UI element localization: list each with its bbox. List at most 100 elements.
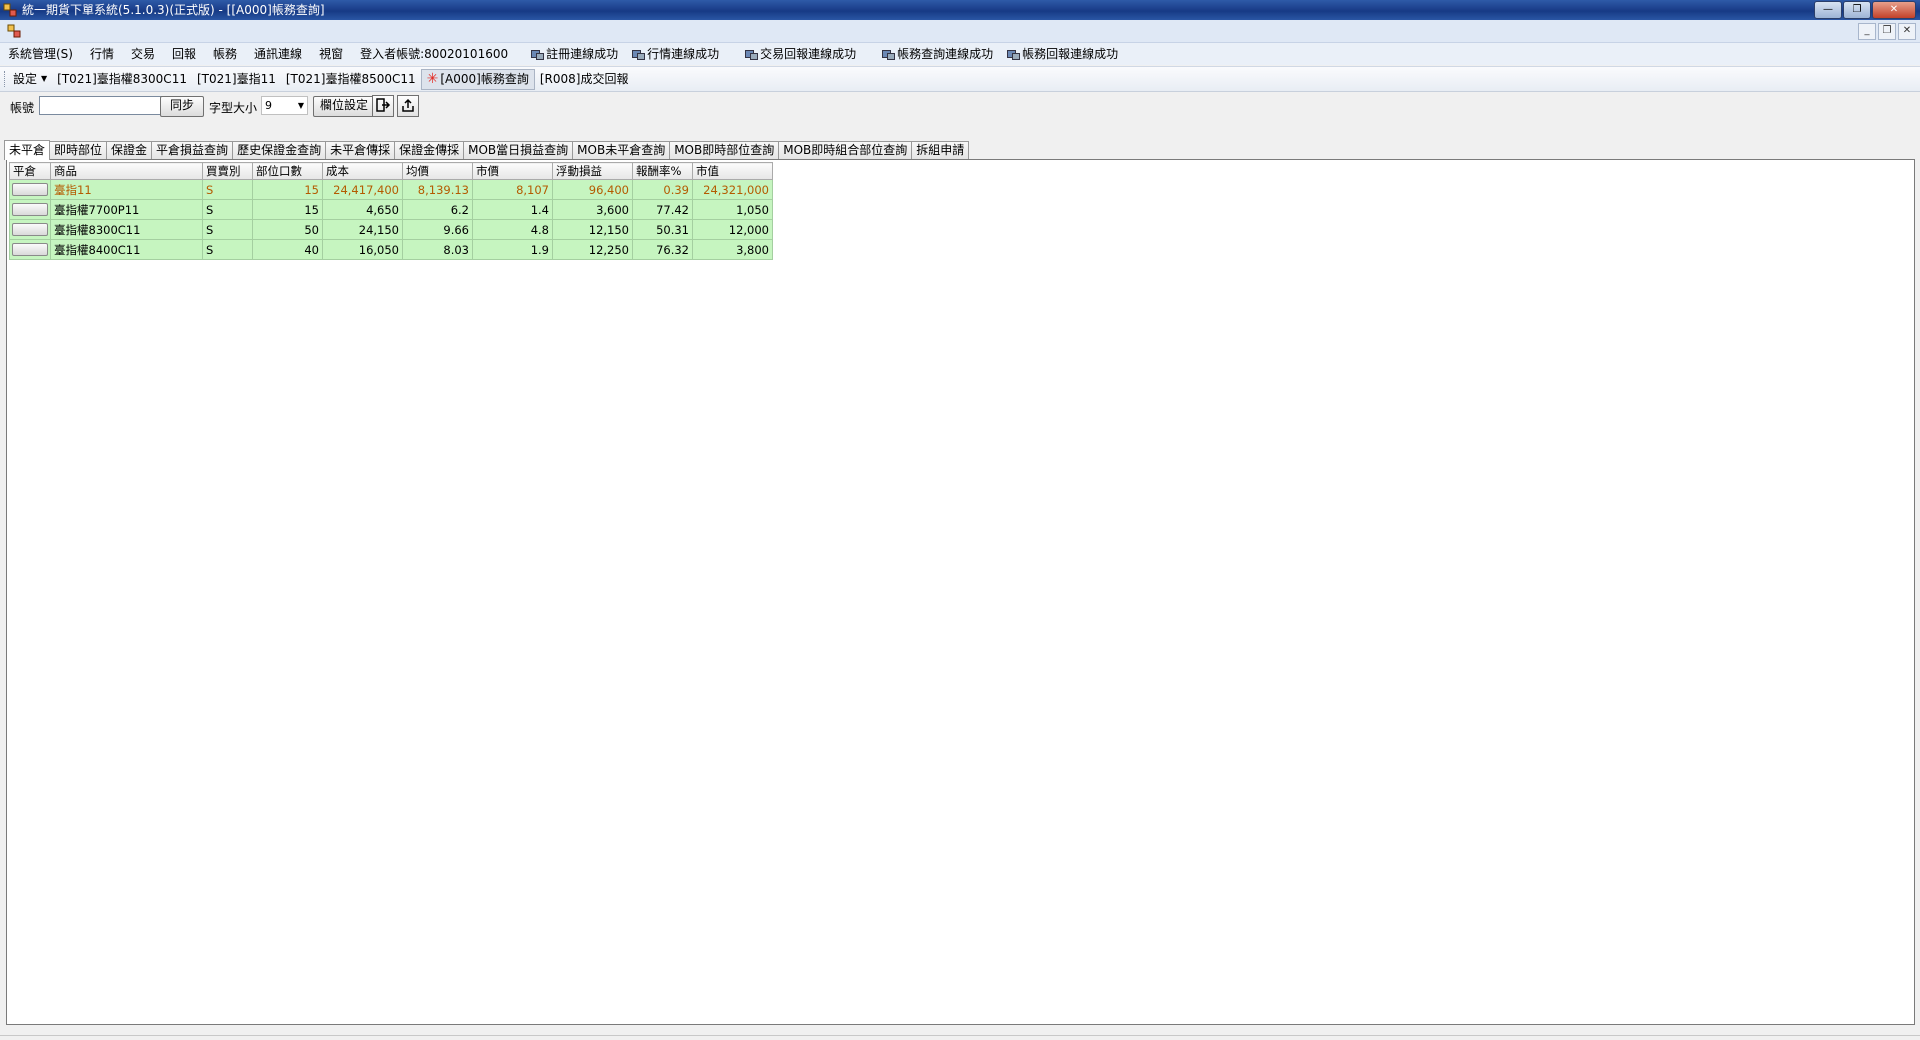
cell-side: S bbox=[202, 239, 253, 260]
window-tab-quote-8300c[interactable]: [T021]臺指權8300C11 bbox=[52, 68, 192, 90]
menu-system[interactable]: 系統管理(S) bbox=[0, 43, 82, 65]
cell-close bbox=[9, 219, 51, 240]
font-size-select[interactable]: 9 ▼ bbox=[261, 96, 308, 115]
cell-return-pct: 50.31 bbox=[632, 219, 693, 240]
query-tabs: 未平倉 即時部位 保證金 平倉損益查詢 歷史保證金查詢 未平倉傳採 保證金傳採 … bbox=[4, 139, 970, 160]
cell-return-pct: 76.32 bbox=[632, 239, 693, 260]
cell-market-price: 8,107 bbox=[472, 179, 553, 200]
cell-close bbox=[9, 239, 51, 260]
window-tab-fill-report[interactable]: [R008]成交回報 bbox=[535, 68, 634, 90]
col-header-side[interactable]: 買賣別 bbox=[202, 162, 253, 180]
cell-avg-price: 8.03 bbox=[402, 239, 473, 260]
window-tab-quote-8500c[interactable]: [T021]臺指權8500C11 bbox=[281, 68, 421, 90]
table-header-row: 平倉 商品 買賣別 部位口數 成本 均價 市價 浮動損益 報酬率% 市值 bbox=[9, 162, 773, 180]
cell-product: 臺指權7700P11 bbox=[50, 199, 203, 220]
col-header-cost[interactable]: 成本 bbox=[322, 162, 403, 180]
tab-open-positions[interactable]: 未平倉 bbox=[4, 140, 51, 160]
window-tab-account-query[interactable]: ✳ [A000]帳務查詢 bbox=[420, 68, 535, 90]
menu-window[interactable]: 視窗 bbox=[311, 43, 352, 65]
cell-market-price: 1.9 bbox=[472, 239, 553, 260]
col-header-market-price[interactable]: 市價 bbox=[472, 162, 553, 180]
font-size-value: 9 bbox=[265, 99, 272, 112]
mdi-restore-button[interactable]: ❐ bbox=[1878, 23, 1896, 40]
mdi-minimize-button[interactable]: _ bbox=[1858, 23, 1876, 40]
menu-quotes[interactable]: 行情 bbox=[82, 43, 123, 65]
col-header-avg-price[interactable]: 均價 bbox=[402, 162, 473, 180]
chevron-down-icon: ▼ bbox=[41, 74, 48, 83]
col-header-product[interactable]: 商品 bbox=[50, 162, 203, 180]
account-input[interactable] bbox=[39, 96, 163, 115]
cell-market-value: 1,050 bbox=[692, 199, 773, 220]
status-trade-report: 交易回報連線成功 bbox=[745, 43, 856, 65]
account-label: 帳號 bbox=[10, 101, 35, 115]
table-row[interactable]: 臺指權8400C11 S 40 16,050 8.03 1.9 12,250 76.32 3,8… bbox=[9, 239, 773, 260]
menu-bar: 系統管理(S) 行情 交易 回報 帳務 通訊連線 視窗 登入者帳號:800201… bbox=[0, 43, 1920, 65]
cell-quantity: 15 bbox=[252, 199, 323, 220]
tab-split-request[interactable]: 拆組申請 bbox=[911, 141, 970, 159]
minimize-button[interactable]: — bbox=[1814, 1, 1842, 19]
close-button[interactable]: ✕ bbox=[1872, 1, 1916, 19]
window-title: 統一期貨下單系統(5.1.0.3)(正式版) - [[A000]帳務查詢] bbox=[22, 3, 325, 17]
tab-margin-push[interactable]: 保證金傳採 bbox=[394, 141, 465, 159]
cell-cost: 16,050 bbox=[322, 239, 403, 260]
col-header-floating-pnl[interactable]: 浮動損益 bbox=[552, 162, 633, 180]
table-row[interactable]: 臺指權7700P11 S 15 4,650 6.2 1.4 3,600 77.42 1,050 bbox=[9, 199, 773, 220]
menu-report[interactable]: 回報 bbox=[164, 43, 205, 65]
status-register-label: 註冊連線成功 bbox=[546, 47, 619, 61]
tab-closed-pnl[interactable]: 平倉損益查詢 bbox=[151, 141, 234, 159]
menu-account[interactable]: 帳務 bbox=[205, 43, 246, 65]
table-row[interactable]: 臺指權8300C11 S 50 24,150 9.66 4.8 12,150 50.31 12,… bbox=[9, 219, 773, 240]
child-window-icon[interactable] bbox=[7, 24, 21, 38]
status-account-report-label: 帳務回報連線成功 bbox=[1022, 47, 1119, 61]
maximize-button[interactable]: ❐ bbox=[1843, 1, 1871, 19]
tab-mob-realtime-positions[interactable]: MOB即時部位查詢 bbox=[669, 141, 780, 159]
window-tab-strip: 設定 ▼ [T021]臺指權8300C11 [T021]臺指11 [T021]臺… bbox=[0, 66, 1920, 92]
close-position-button[interactable] bbox=[12, 243, 48, 256]
export-icon[interactable] bbox=[397, 95, 419, 117]
tab-mob-combo-positions[interactable]: MOB即時組合部位查詢 bbox=[778, 141, 913, 159]
cell-avg-price: 8,139.13 bbox=[402, 179, 473, 200]
settings-dropdown[interactable]: 設定 ▼ bbox=[8, 68, 52, 90]
account-filter-bar: 帳號 同步 字型大小 9 ▼ 欄位設定 bbox=[0, 91, 1920, 123]
close-position-button[interactable] bbox=[12, 183, 48, 196]
tab-margin-history[interactable]: 歷史保證金查詢 bbox=[232, 141, 327, 159]
tab-mob-daily-pnl[interactable]: MOB當日損益查詢 bbox=[463, 141, 574, 159]
cell-quantity: 50 bbox=[252, 219, 323, 240]
col-header-quantity[interactable]: 部位口數 bbox=[252, 162, 323, 180]
cell-side: S bbox=[202, 179, 253, 200]
cell-return-pct: 0.39 bbox=[632, 179, 693, 200]
mdi-close-button[interactable]: ✕ bbox=[1898, 23, 1916, 40]
status-trade-report-label: 交易回報連線成功 bbox=[760, 47, 857, 61]
tab-realtime-positions[interactable]: 即時部位 bbox=[49, 141, 108, 159]
cell-quantity: 15 bbox=[252, 179, 323, 200]
close-position-button[interactable] bbox=[12, 223, 48, 236]
col-header-close[interactable]: 平倉 bbox=[9, 162, 51, 180]
tab-open-positions-push[interactable]: 未平倉傳採 bbox=[325, 141, 396, 159]
cell-avg-price: 6.2 bbox=[402, 199, 473, 220]
app-icon bbox=[3, 3, 17, 17]
tab-mob-open-positions[interactable]: MOB未平倉查詢 bbox=[572, 141, 671, 159]
login-account-text: 登入者帳號:80020101600 bbox=[360, 47, 509, 61]
col-header-return-pct[interactable]: 報酬率% bbox=[632, 162, 693, 180]
cell-product: 臺指權8400C11 bbox=[50, 239, 203, 260]
cell-floating-pnl: 96,400 bbox=[552, 179, 633, 200]
table-row[interactable]: 臺指11 S 15 24,417,400 8,139.13 8,107 96,400 0.39… bbox=[9, 179, 773, 200]
positions-table: 平倉 商品 買賣別 部位口數 成本 均價 市價 浮動損益 報酬率% 市值 臺指1… bbox=[9, 162, 773, 260]
column-settings-button[interactable]: 欄位設定 bbox=[313, 96, 375, 117]
menu-trade[interactable]: 交易 bbox=[123, 43, 164, 65]
tab-margin[interactable]: 保證金 bbox=[106, 141, 153, 159]
title-bar: 統一期貨下單系統(5.1.0.3)(正式版) - [[A000]帳務查詢] — … bbox=[0, 0, 1920, 20]
connection-icon bbox=[882, 49, 896, 60]
window-tab-quote-tx[interactable]: [T021]臺指11 bbox=[192, 68, 281, 90]
cell-product: 臺指權8300C11 bbox=[50, 219, 203, 240]
close-position-button[interactable] bbox=[12, 203, 48, 216]
cell-market-price: 1.4 bbox=[472, 199, 553, 220]
cell-floating-pnl: 3,600 bbox=[552, 199, 633, 220]
open-positions-panel: 平倉 商品 買賣別 部位口數 成本 均價 市價 浮動損益 報酬率% 市值 臺指1… bbox=[6, 159, 1915, 1025]
menu-connection[interactable]: 通訊連線 bbox=[246, 43, 311, 65]
cell-cost: 24,150 bbox=[322, 219, 403, 240]
exit-icon[interactable] bbox=[372, 95, 394, 117]
col-header-market-value[interactable]: 市值 bbox=[692, 162, 773, 180]
cell-return-pct: 77.42 bbox=[632, 199, 693, 220]
sync-button[interactable]: 同步 bbox=[160, 96, 204, 117]
